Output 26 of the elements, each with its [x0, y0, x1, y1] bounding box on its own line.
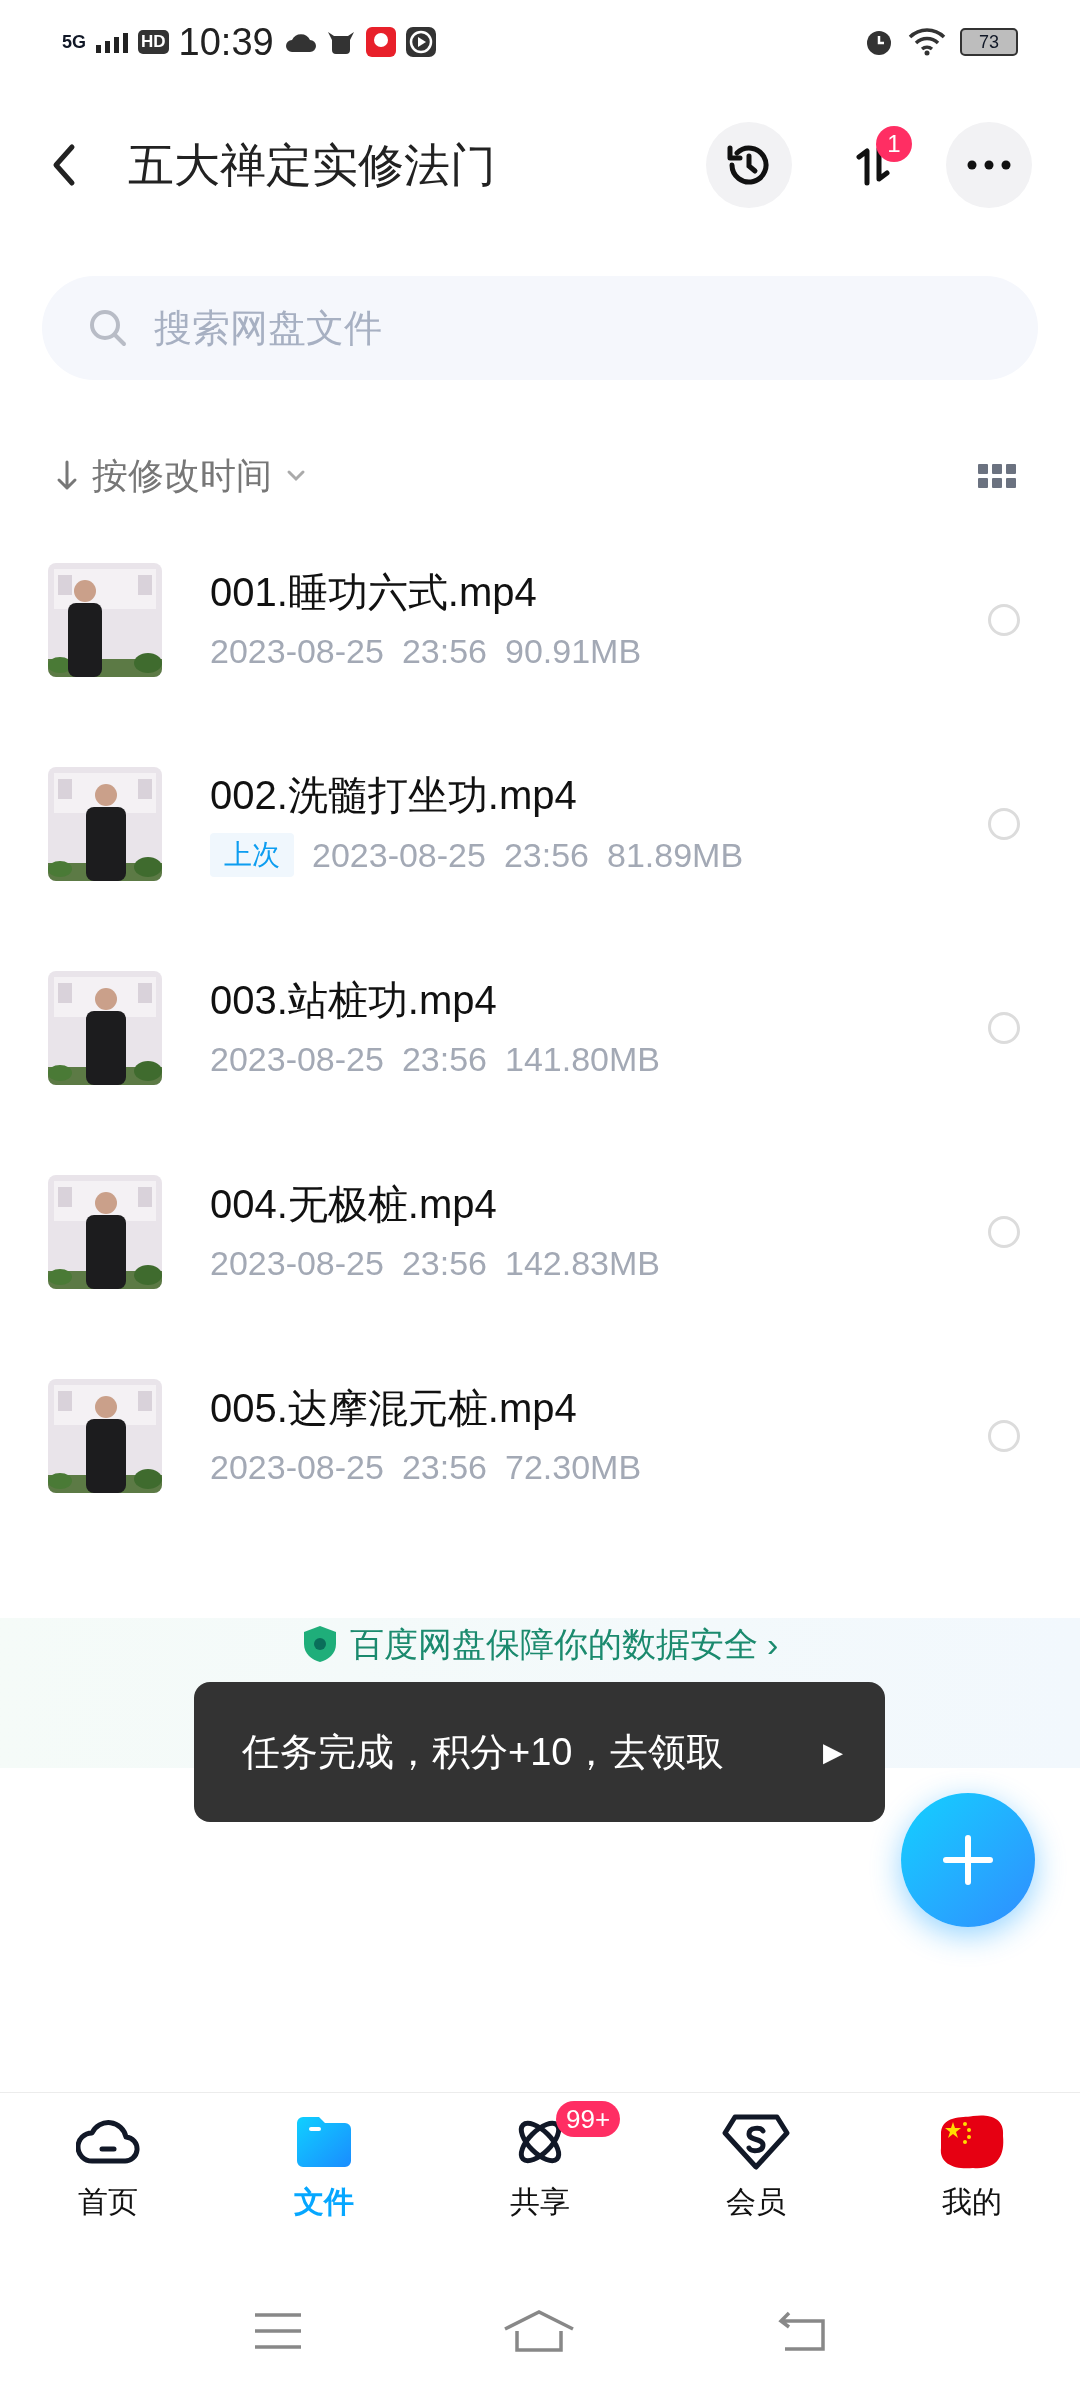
hd-badge: HD	[138, 30, 169, 54]
file-date: 2023-08-25	[210, 1447, 384, 1488]
network-label: 5G	[62, 33, 86, 51]
file-time: 23:56	[401, 631, 487, 672]
banner-text: 百度网盘保障你的数据安全 ›	[349, 1624, 779, 1664]
notification-badge: 1	[876, 126, 912, 162]
file-time: 23:56	[401, 1243, 487, 1284]
clock: 10:39	[178, 23, 274, 61]
count-badge: 99+	[556, 2101, 621, 2137]
file-date: 2023-08-25	[210, 1243, 384, 1284]
file-date: 2023-08-25	[210, 1039, 384, 1080]
file-size: 81.89MB	[607, 835, 744, 876]
page-title: 五大禅定实修法门	[128, 142, 497, 188]
last-viewed-tag: 上次	[210, 833, 294, 877]
toast-arrow: ▶	[823, 1739, 843, 1765]
file-time: 23:56	[503, 835, 589, 876]
file-date: 2023-08-25	[210, 631, 384, 672]
file-size: 72.30MB	[505, 1447, 642, 1488]
file-time: 23:56	[401, 1447, 487, 1488]
file-time: 23:56	[401, 1039, 487, 1080]
file-size: 90.91MB	[505, 631, 642, 672]
battery: 73	[960, 28, 1018, 56]
file-size: 142.83MB	[505, 1243, 660, 1284]
toast-text: 任务完成，积分+10，去领取	[242, 1733, 725, 1771]
file-date: 2023-08-25	[312, 835, 486, 876]
file-size: 141.80MB	[505, 1039, 660, 1080]
